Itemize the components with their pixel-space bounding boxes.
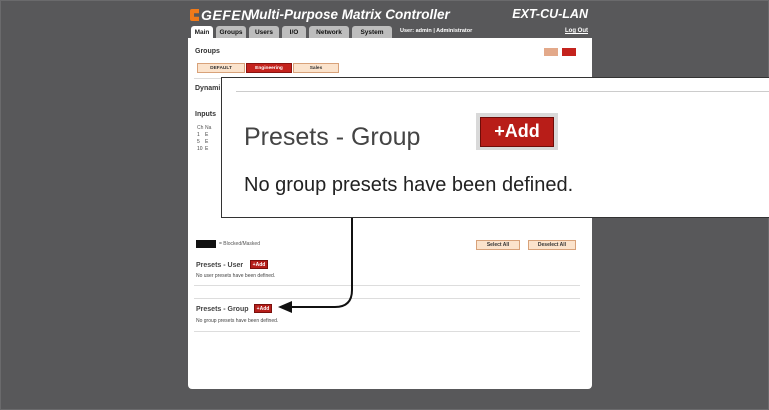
tab-bar: Main Groups Users I/O Network System Use… bbox=[188, 26, 592, 38]
presets-user-title: Presets - User bbox=[196, 262, 244, 269]
group-button-default[interactable]: DEFAULT bbox=[197, 63, 245, 73]
input-row-ch: 5 bbox=[197, 139, 200, 145]
groups-title: Groups bbox=[195, 48, 220, 55]
input-row-ch: 10 bbox=[197, 146, 203, 152]
presets-user-message: No user presets have been defined. bbox=[196, 273, 276, 279]
layout-grid-icon[interactable] bbox=[544, 48, 558, 56]
layout-list-icon[interactable] bbox=[562, 48, 576, 56]
logo-text: GEFEN bbox=[201, 7, 252, 23]
inputs-title: Inputs bbox=[195, 111, 216, 118]
tab-users[interactable]: Users bbox=[249, 26, 279, 38]
presets-group-title: Presets - Group bbox=[196, 306, 249, 313]
tab-main[interactable]: Main bbox=[191, 26, 213, 38]
blocked-legend-label: = Blocked/Masked bbox=[219, 241, 260, 247]
zoom-callout: Presets - Group +Add No group presets ha… bbox=[221, 77, 769, 218]
logo-mark-icon bbox=[190, 9, 199, 21]
blocked-legend-swatch bbox=[196, 240, 216, 248]
callout-message: No group presets have been defined. bbox=[244, 174, 574, 196]
tab-network[interactable]: Network bbox=[309, 26, 349, 38]
presets-group-message: No group presets have been defined. bbox=[196, 318, 279, 324]
user-info: User: admin | Administrator bbox=[400, 28, 473, 34]
tab-system[interactable]: System bbox=[352, 26, 392, 38]
gefen-logo: GEFEN bbox=[190, 7, 252, 23]
callout-title: Presets - Group bbox=[244, 123, 421, 151]
inputs-col-ch: Ch bbox=[197, 125, 204, 131]
presets-user-add-button[interactable]: +Add bbox=[250, 260, 268, 269]
divider bbox=[194, 298, 580, 299]
callout-add-button[interactable]: +Add bbox=[480, 116, 554, 147]
divider bbox=[194, 331, 580, 332]
select-all-button[interactable]: Select All bbox=[476, 240, 520, 250]
input-row-name: E bbox=[205, 139, 209, 145]
input-row-name: E bbox=[205, 132, 209, 138]
group-button-engineering[interactable]: Engineering bbox=[246, 63, 292, 73]
presets-group-add-button[interactable]: +Add bbox=[254, 304, 272, 313]
input-row-name: E bbox=[205, 146, 209, 152]
divider bbox=[194, 285, 580, 286]
group-button-sales[interactable]: Sales bbox=[293, 63, 339, 73]
tab-io[interactable]: I/O bbox=[282, 26, 306, 38]
deselect-all-button[interactable]: Deselect All bbox=[528, 240, 576, 250]
inputs-col-name: Na bbox=[205, 125, 212, 131]
tab-groups[interactable]: Groups bbox=[216, 26, 246, 38]
callout-divider bbox=[236, 91, 769, 92]
logout-link[interactable]: Log Out bbox=[565, 28, 588, 34]
dynamic-title: Dynami bbox=[195, 85, 221, 92]
input-row-ch: 1 bbox=[197, 132, 200, 138]
app-header: GEFEN Multi-Purpose Matrix Controller EX… bbox=[188, 0, 592, 26]
callout-add-button-frame: +Add bbox=[476, 113, 558, 150]
app-title: Multi-Purpose Matrix Controller bbox=[248, 7, 450, 22]
model-name: EXT-CU-LAN bbox=[512, 7, 588, 21]
